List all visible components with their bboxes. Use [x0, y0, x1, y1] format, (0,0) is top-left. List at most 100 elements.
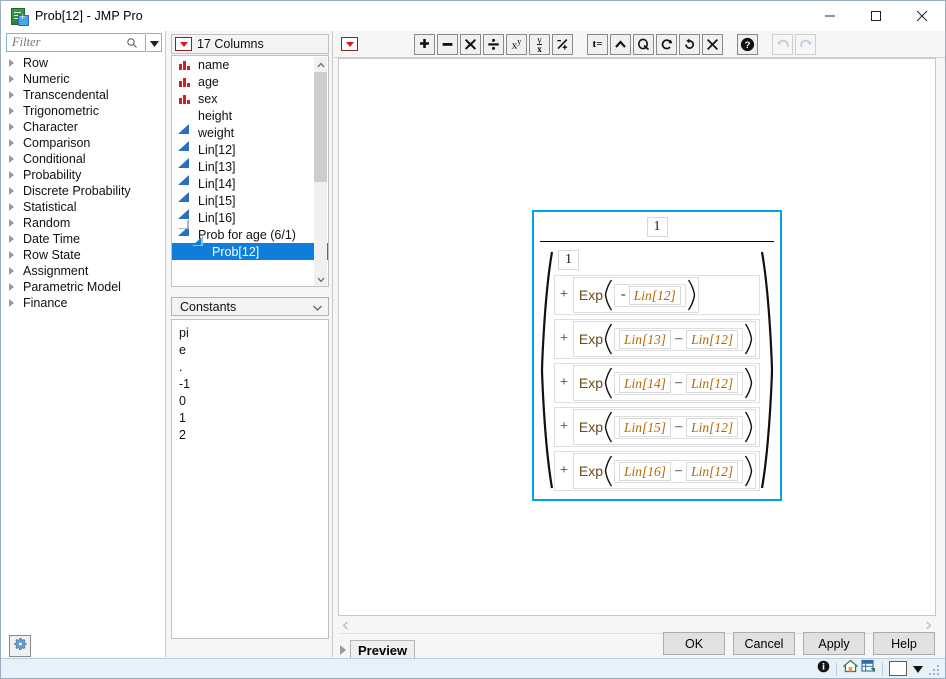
close-button[interactable] [899, 1, 945, 31]
expand-triangle-icon[interactable] [9, 59, 14, 67]
settings-gear-button[interactable] [9, 635, 31, 657]
resize-grip[interactable] [927, 661, 943, 677]
expand-triangle-icon[interactable] [9, 139, 14, 147]
local-variable-button[interactable]: t= [587, 34, 608, 55]
function-category-random[interactable]: Random [1, 215, 165, 231]
variable-reference[interactable]: Lin[12] [686, 330, 738, 349]
fraction-numerator[interactable]: 1 [540, 215, 774, 241]
divide-button[interactable] [483, 34, 504, 55]
columns-list[interactable]: nameagesexheightweightLin[12]Lin[13]Lin[… [171, 55, 329, 287]
variable-reference[interactable]: Lin[12] [686, 374, 738, 393]
plus-minus-button[interactable] [552, 34, 573, 55]
expand-triangle-icon[interactable] [9, 267, 14, 275]
expand-triangle-icon[interactable] [9, 123, 14, 131]
expand-triangle-icon[interactable] [9, 251, 14, 259]
function-category-assignment[interactable]: Assignment [1, 263, 165, 279]
expand-triangle-icon[interactable] [9, 91, 14, 99]
formula-red-triangle-menu[interactable] [341, 37, 358, 51]
function-category-comparison[interactable]: Comparison [1, 135, 165, 151]
expand-triangle-icon[interactable] [9, 187, 14, 195]
formula-canvas[interactable]: 1 1+Exp-Lin[12]+ExpLin[13]–Lin[12]+ExpLi… [338, 58, 936, 616]
exp-argument[interactable]: -Lin[12] [614, 284, 686, 307]
denominator-term[interactable]: +Exp-Lin[12] [554, 275, 760, 315]
unary-button[interactable] [679, 34, 700, 55]
expand-triangle-icon[interactable] [9, 299, 14, 307]
denominator-first-term[interactable]: 1 [554, 249, 760, 271]
color-swatch[interactable] [889, 661, 907, 676]
denominator-term[interactable]: +ExpLin[15]–Lin[12] [554, 407, 760, 447]
constants-header[interactable]: Constants [171, 297, 329, 316]
numerator-value[interactable]: 1 [647, 217, 668, 237]
formula-expression[interactable]: 1 1+Exp-Lin[12]+ExpLin[13]–Lin[12]+ExpLi… [532, 210, 782, 501]
filter-box[interactable] [6, 33, 146, 52]
root-button[interactable]: yx [529, 34, 550, 55]
exp-function[interactable]: ExpLin[15]–Lin[12] [573, 409, 756, 445]
add-button[interactable] [414, 34, 435, 55]
function-category-trigonometric[interactable]: Trigonometric [1, 103, 165, 119]
column-item[interactable]: Lin[14] [172, 175, 328, 192]
constant-item[interactable]: 0 [172, 392, 328, 409]
exp-function[interactable]: Exp-Lin[12] [573, 277, 699, 313]
exp-function[interactable]: ExpLin[13]–Lin[12] [573, 321, 756, 357]
function-category-probability[interactable]: Probability [1, 167, 165, 183]
denominator-first-value[interactable]: 1 [558, 250, 579, 270]
function-category-list[interactable]: RowNumericTranscendentalTrigonometricCha… [1, 55, 165, 633]
swap-button[interactable] [656, 34, 677, 55]
expand-triangle-icon[interactable] [9, 203, 14, 211]
function-category-character[interactable]: Character [1, 119, 165, 135]
expand-triangle-icon[interactable] [9, 155, 14, 163]
column-item[interactable]: age [172, 73, 328, 90]
help-button[interactable]: Help [873, 632, 935, 655]
cancel-button[interactable]: Cancel [733, 632, 795, 655]
subtract-button[interactable] [437, 34, 458, 55]
constant-item[interactable]: e [172, 341, 328, 358]
scroll-left-arrow[interactable] [342, 617, 349, 635]
function-category-transcendental[interactable]: Transcendental [1, 87, 165, 103]
column-item[interactable]: weight [172, 124, 328, 141]
info-button[interactable] [817, 659, 830, 679]
constants-list[interactable]: pie.-1012 [171, 319, 329, 639]
fraction-expression[interactable]: 1 1+Exp-Lin[12]+ExpLin[13]–Lin[12]+ExpLi… [532, 210, 782, 501]
function-category-discrete-probability[interactable]: Discrete Probability [1, 183, 165, 199]
search-input[interactable] [12, 35, 124, 50]
expand-triangle-icon[interactable] [9, 235, 14, 243]
columns-header[interactable]: 17 Columns [171, 34, 329, 54]
help-button[interactable]: ? [737, 34, 758, 55]
variable-reference[interactable]: Lin[12] [686, 462, 738, 481]
insert-above-button[interactable] [610, 34, 631, 55]
expand-triangle-icon[interactable] [9, 219, 14, 227]
exp-argument[interactable]: Lin[14]–Lin[12] [614, 372, 743, 395]
filter-dropdown-button[interactable] [147, 33, 162, 52]
preview-expand-triangle-icon[interactable] [340, 645, 346, 655]
peel-button[interactable] [633, 34, 654, 55]
expand-triangle-icon[interactable] [9, 283, 14, 291]
color-swatch-button[interactable] [889, 659, 907, 679]
variable-reference[interactable]: Lin[13] [619, 330, 671, 349]
variable-reference[interactable]: Lin[12] [629, 286, 681, 305]
variable-reference[interactable]: Lin[14] [619, 374, 671, 393]
denominator-term[interactable]: +ExpLin[14]–Lin[12] [554, 363, 760, 403]
ok-button[interactable]: OK [663, 632, 725, 655]
multiply-button[interactable] [460, 34, 481, 55]
constant-item[interactable]: 2 [172, 426, 328, 443]
redo-button[interactable] [795, 34, 816, 55]
column-item[interactable]: Lin[12] [172, 141, 328, 158]
color-dropdown-button[interactable] [913, 659, 923, 679]
constant-item[interactable]: . [172, 358, 328, 375]
function-category-statistical[interactable]: Statistical [1, 199, 165, 215]
function-category-row-state[interactable]: Row State [1, 247, 165, 263]
maximize-button[interactable] [853, 1, 899, 31]
red-triangle-menu-icon[interactable] [175, 37, 192, 51]
apply-button[interactable]: Apply [803, 632, 865, 655]
denominator-term[interactable]: +ExpLin[13]–Lin[12] [554, 319, 760, 359]
expand-triangle-icon[interactable] [9, 171, 14, 179]
column-item[interactable]: Prob[12] [172, 243, 328, 260]
undo-button[interactable] [772, 34, 793, 55]
exp-function[interactable]: ExpLin[16]–Lin[12] [573, 453, 756, 489]
variable-reference[interactable]: Lin[15] [619, 418, 671, 437]
expand-triangle-icon[interactable] [9, 75, 14, 83]
exp-function[interactable]: ExpLin[14]–Lin[12] [573, 365, 756, 401]
exp-argument[interactable]: Lin[15]–Lin[12] [614, 416, 743, 439]
power-button[interactable]: xy [506, 34, 527, 55]
function-category-numeric[interactable]: Numeric [1, 71, 165, 87]
